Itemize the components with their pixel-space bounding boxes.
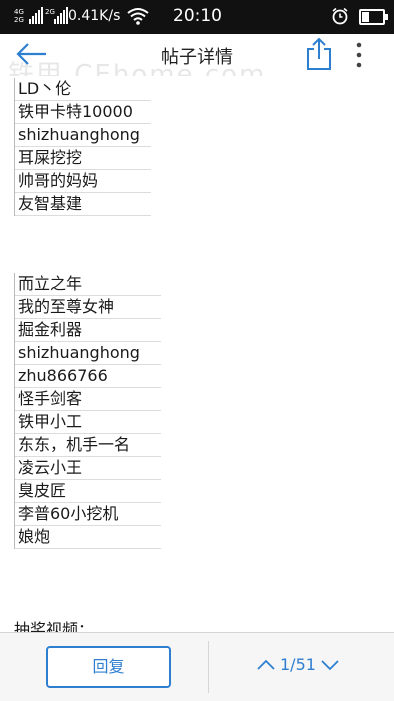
list-item: 友智基建 — [15, 193, 151, 216]
alarm-clock-icon — [332, 7, 348, 25]
clock: 20:10 — [173, 6, 222, 26]
page-indicator[interactable]: 1/51 — [280, 655, 316, 674]
list-item: 娘炮 — [15, 526, 161, 549]
list-item: 掘金利器 — [15, 319, 161, 342]
list-item: 李普60小挖机 — [15, 503, 161, 526]
list-item: 怪手剑客 — [15, 388, 161, 411]
page-title: 帖子详情 — [161, 47, 233, 68]
list-item: 凌云小王 — [15, 457, 161, 480]
list-item: shizhuanghong — [15, 342, 161, 365]
bottom-toolbar: 回复 1/51 — [0, 632, 394, 701]
status-bar: 4G 2G 2G 0.41K/s 20:10 — [0, 0, 394, 34]
battery-icon — [359, 9, 388, 25]
battery-level — [362, 12, 369, 22]
list-item: shizhuanghong — [15, 124, 151, 147]
list-item: 耳屎挖挖 — [15, 147, 151, 170]
list-item: 铁甲卡特10000 — [15, 101, 151, 124]
list-item: 东东，机手一名 — [15, 434, 161, 457]
more-vertical-icon[interactable] — [350, 40, 368, 70]
lottery-video-caption: 抽奖视频： — [14, 620, 95, 632]
list-item: 铁甲小工 — [15, 411, 161, 434]
chevron-down-icon[interactable] — [320, 659, 340, 671]
wifi-icon — [127, 8, 149, 25]
list-item: 帅哥的妈妈 — [15, 170, 151, 193]
chevron-up-icon[interactable] — [256, 659, 276, 671]
list-item: zhu866766 — [15, 365, 161, 388]
list-item: 而立之年 — [15, 273, 161, 296]
share-icon[interactable] — [304, 37, 334, 71]
signal-strength-icon — [29, 7, 43, 24]
reply-button[interactable]: 回复 — [46, 646, 171, 688]
list-item: 臭皮匠 — [15, 480, 161, 503]
signal-strength-icon-2 — [54, 7, 68, 24]
list-item: LD丶伦 — [15, 78, 151, 101]
network-label-bottom: 2G — [14, 16, 24, 24]
name-list-1: LD丶伦 铁甲卡特10000 shizhuanghong 耳屎挖挖 帅哥的妈妈 友智基建 — [14, 78, 151, 216]
post-content: LD丶伦 铁甲卡特10000 shizhuanghong 耳屎挖挖 帅哥的妈妈 友智基建 … — [0, 76, 394, 632]
name-list-2: 而立之年 我的至尊女神 掘金利器 shizhuanghong zhu866766 怪手剑客… — [14, 273, 161, 549]
app-header: 铁甲 CEhome.com 帖子详情 — [0, 34, 394, 90]
toolbar-divider — [208, 641, 209, 693]
pagination: 1/51 — [256, 655, 340, 674]
network-label-top: 4G — [14, 8, 24, 16]
network-speed: 0.41K/s — [68, 8, 121, 24]
network-type-1: 4G 2G — [14, 8, 24, 24]
list-item: 我的至尊女神 — [15, 296, 161, 319]
